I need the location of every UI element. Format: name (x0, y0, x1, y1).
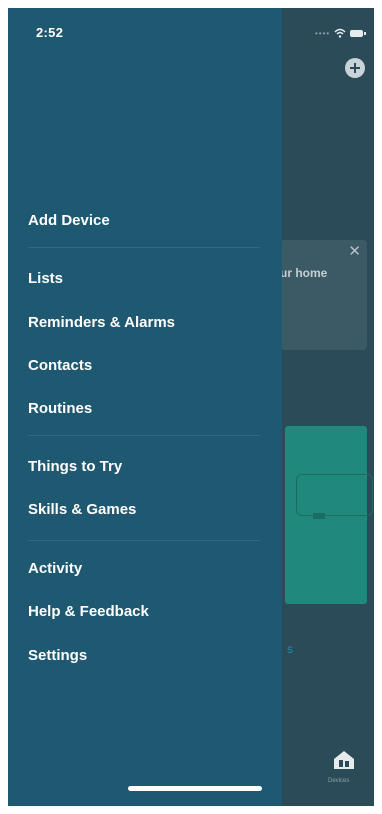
add-icon[interactable] (345, 58, 365, 78)
menu-item-settings[interactable]: Settings (28, 647, 87, 664)
signal-icon: •••• (315, 28, 331, 38)
menu-item-activity[interactable]: Activity (28, 560, 82, 577)
status-time: 2:52 (36, 25, 64, 40)
phone-screen: ✕ ur home s Devices •••• 2:52 Add Device… (8, 8, 374, 806)
navigation-drawer: 2:52 Add Device Lists Reminders & Alarms… (8, 8, 282, 806)
menu-item-help-feedback[interactable]: Help & Feedback (28, 603, 149, 620)
wifi-icon (334, 28, 346, 38)
menu-item-add-device[interactable]: Add Device (28, 212, 110, 229)
card-text: ur home (280, 266, 328, 280)
background-card: ✕ ur home (280, 240, 367, 350)
menu-item-contacts[interactable]: Contacts (28, 357, 92, 374)
divider (28, 247, 260, 248)
sofa-base (313, 513, 325, 519)
menu-item-things-to-try[interactable]: Things to Try (28, 458, 122, 475)
divider (28, 540, 260, 541)
status-icons: •••• (315, 28, 367, 38)
menu-item-routines[interactable]: Routines (28, 400, 92, 417)
battery-icon (350, 29, 367, 37)
close-icon[interactable]: ✕ (348, 242, 361, 260)
menu-item-lists[interactable]: Lists (28, 270, 63, 287)
menu-item-skills-games[interactable]: Skills & Games (28, 501, 136, 518)
devices-icon[interactable] (332, 750, 356, 770)
devices-tab-label: Devices (328, 778, 350, 784)
home-indicator[interactable] (128, 786, 262, 791)
menu-item-reminders-alarms[interactable]: Reminders & Alarms (28, 314, 175, 331)
background-link[interactable]: s (287, 642, 293, 656)
divider (28, 435, 260, 436)
sofa-icon (296, 474, 373, 516)
